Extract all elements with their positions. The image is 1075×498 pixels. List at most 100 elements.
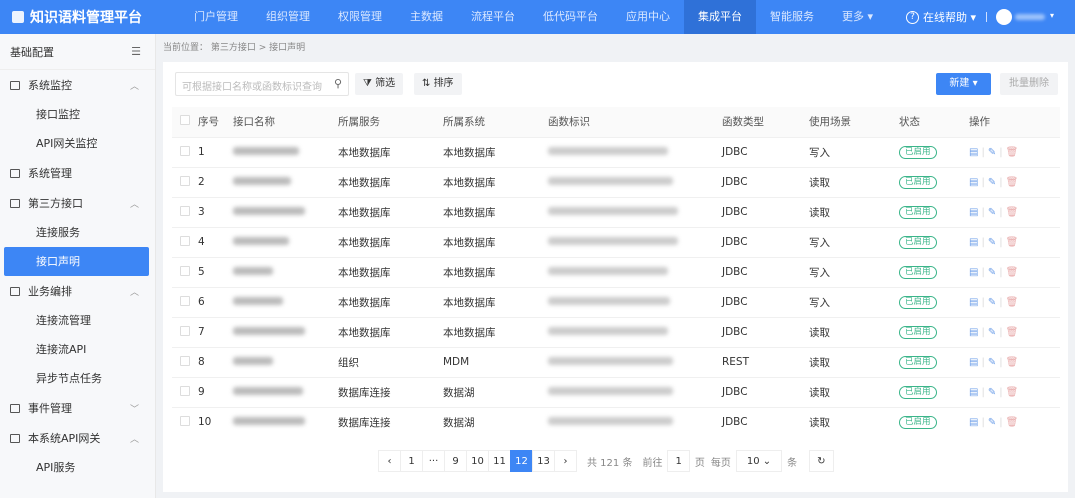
- per-page-select[interactable]: 10 ⌄: [735, 450, 783, 472]
- view-icon[interactable]: ▤: [969, 327, 978, 338]
- table-row[interactable]: 6 本地数据库 本地数据库 JDBC 写入 已启用 ▤ | ✎ | 🗑: [172, 286, 1060, 317]
- edit-icon[interactable]: ✎: [988, 327, 996, 338]
- checkbox[interactable]: [180, 115, 190, 126]
- user-menu-caret[interactable]: ▾: [1050, 11, 1054, 20]
- delete-icon[interactable]: 🗑: [1006, 417, 1019, 428]
- row-select[interactable]: [172, 316, 198, 347]
- checkbox[interactable]: [180, 265, 190, 276]
- view-icon[interactable]: ▤: [969, 387, 978, 398]
- page-button[interactable]: 12: [510, 450, 533, 472]
- edit-icon[interactable]: ✎: [988, 177, 996, 188]
- search-input[interactable]: 可根据接口名称或函数标识查询 ⚲: [175, 72, 349, 96]
- checkbox[interactable]: [180, 205, 190, 216]
- checkbox[interactable]: [180, 145, 190, 156]
- view-icon[interactable]: ▤: [969, 357, 978, 368]
- delete-icon[interactable]: 🗑: [1006, 177, 1019, 188]
- refresh-button[interactable]: ↻: [809, 450, 834, 472]
- delete-icon[interactable]: 🗑: [1006, 387, 1019, 398]
- edit-icon[interactable]: ✎: [988, 297, 996, 308]
- nav-item[interactable]: 组织管理: [252, 0, 324, 34]
- sidebar-item[interactable]: 连接流API: [0, 335, 155, 364]
- checkbox[interactable]: [180, 415, 190, 426]
- row-select[interactable]: [172, 166, 198, 197]
- row-select[interactable]: [172, 346, 198, 377]
- table-row[interactable]: 2 本地数据库 本地数据库 JDBC 读取 已启用 ▤ | ✎ | 🗑: [172, 166, 1060, 197]
- row-select[interactable]: [172, 376, 198, 407]
- sort-button[interactable]: ⇅ 排序: [414, 73, 462, 95]
- edit-icon[interactable]: ✎: [988, 207, 996, 218]
- view-icon[interactable]: ▤: [969, 207, 978, 218]
- table-row[interactable]: 8 组织 MDM REST 读取 已启用 ▤ | ✎ | 🗑: [172, 346, 1060, 377]
- header-select-all[interactable]: [172, 107, 198, 137]
- delete-icon[interactable]: 🗑: [1006, 327, 1019, 338]
- sidebar-group[interactable]: 第三方接口 ︿: [0, 188, 155, 218]
- breadcrumb-link[interactable]: 第三方接口: [211, 43, 256, 53]
- nav-item[interactable]: 应用中心: [612, 0, 684, 34]
- goto-page-input[interactable]: 1: [667, 450, 690, 472]
- page-button[interactable]: 1: [400, 450, 423, 472]
- page-button[interactable]: 13: [532, 450, 555, 472]
- sidebar-item[interactable]: API网关监控: [0, 129, 155, 158]
- row-select[interactable]: [172, 226, 198, 257]
- sidebar-item[interactable]: 接口监控: [0, 100, 155, 129]
- delete-icon[interactable]: 🗑: [1006, 267, 1019, 278]
- sidebar-group[interactable]: 本系统API网关 ︿: [0, 423, 155, 453]
- nav-item[interactable]: 智能服务: [756, 0, 828, 34]
- nav-item[interactable]: 集成平台: [684, 0, 756, 34]
- delete-icon[interactable]: 🗑: [1006, 147, 1019, 158]
- view-icon[interactable]: ▤: [969, 237, 978, 248]
- prev-page-button[interactable]: ‹: [378, 450, 401, 472]
- delete-icon[interactable]: 🗑: [1006, 207, 1019, 218]
- sidebar-item[interactable]: 连接流管理: [0, 306, 155, 335]
- row-select[interactable]: [172, 406, 198, 437]
- online-help[interactable]: ? 在线帮助 ▾: [906, 0, 976, 34]
- view-icon[interactable]: ▤: [969, 417, 978, 428]
- table-row[interactable]: 3 本地数据库 本地数据库 JDBC 读取 已启用 ▤ | ✎ | 🗑: [172, 196, 1060, 227]
- table-row[interactable]: 10 数据库连接 数据湖 JDBC 读取 已启用 ▤ | ✎ | 🗑: [172, 406, 1060, 437]
- filter-button[interactable]: ⧩ 筛选: [355, 73, 404, 95]
- sidebar-group[interactable]: 事件管理 ﹀: [0, 393, 155, 423]
- nav-item[interactable]: 更多 ▾: [828, 0, 887, 34]
- view-icon[interactable]: ▤: [969, 297, 978, 308]
- table-row[interactable]: 4 本地数据库 本地数据库 JDBC 写入 已启用 ▤ | ✎ | 🗑: [172, 226, 1060, 257]
- edit-icon[interactable]: ✎: [988, 147, 996, 158]
- checkbox[interactable]: [180, 355, 190, 366]
- page-button[interactable]: 11: [488, 450, 511, 472]
- sidebar-group[interactable]: 系统监控 ︿: [0, 70, 155, 100]
- checkbox[interactable]: [180, 325, 190, 336]
- sidebar-item[interactable]: 异步节点任务: [0, 364, 155, 393]
- checkbox[interactable]: [180, 295, 190, 306]
- view-icon[interactable]: ▤: [969, 147, 978, 158]
- delete-icon[interactable]: 🗑: [1006, 237, 1019, 248]
- next-page-button[interactable]: ›: [554, 450, 577, 472]
- table-row[interactable]: 7 本地数据库 本地数据库 JDBC 读取 已启用 ▤ | ✎ | 🗑: [172, 316, 1060, 347]
- nav-item[interactable]: 低代码平台: [529, 0, 612, 34]
- delete-icon[interactable]: 🗑: [1006, 297, 1019, 308]
- edit-icon[interactable]: ✎: [988, 417, 996, 428]
- sidebar-item[interactable]: 接口声明: [4, 247, 149, 276]
- sidebar-group[interactable]: 业务编排 ︿: [0, 276, 155, 306]
- edit-icon[interactable]: ✎: [988, 357, 996, 368]
- table-row[interactable]: 1 本地数据库 本地数据库 JDBC 写入 已启用 ▤ | ✎ | 🗑: [172, 136, 1060, 167]
- checkbox[interactable]: [180, 235, 190, 246]
- page-button[interactable]: 9: [444, 450, 467, 472]
- page-button[interactable]: 10: [466, 450, 489, 472]
- delete-icon[interactable]: 🗑: [1006, 357, 1019, 368]
- sidebar-item[interactable]: 连接服务: [0, 218, 155, 247]
- page-button[interactable]: ···: [422, 450, 445, 472]
- new-button[interactable]: 新建 ▾: [936, 73, 991, 95]
- view-icon[interactable]: ▤: [969, 267, 978, 278]
- edit-icon[interactable]: ✎: [988, 387, 996, 398]
- nav-item[interactable]: 门户管理: [180, 0, 252, 34]
- nav-item[interactable]: 流程平台: [457, 0, 529, 34]
- collapse-menu-icon[interactable]: ☰: [131, 45, 141, 58]
- nav-item[interactable]: 权限管理: [324, 0, 396, 34]
- row-select[interactable]: [172, 286, 198, 317]
- nav-item[interactable]: 主数据: [396, 0, 457, 34]
- checkbox[interactable]: [180, 385, 190, 396]
- checkbox[interactable]: [180, 175, 190, 186]
- batch-delete-button[interactable]: 批量删除: [1000, 73, 1058, 95]
- sidebar-item[interactable]: API服务: [0, 453, 155, 482]
- view-icon[interactable]: ▤: [969, 177, 978, 188]
- edit-icon[interactable]: ✎: [988, 237, 996, 248]
